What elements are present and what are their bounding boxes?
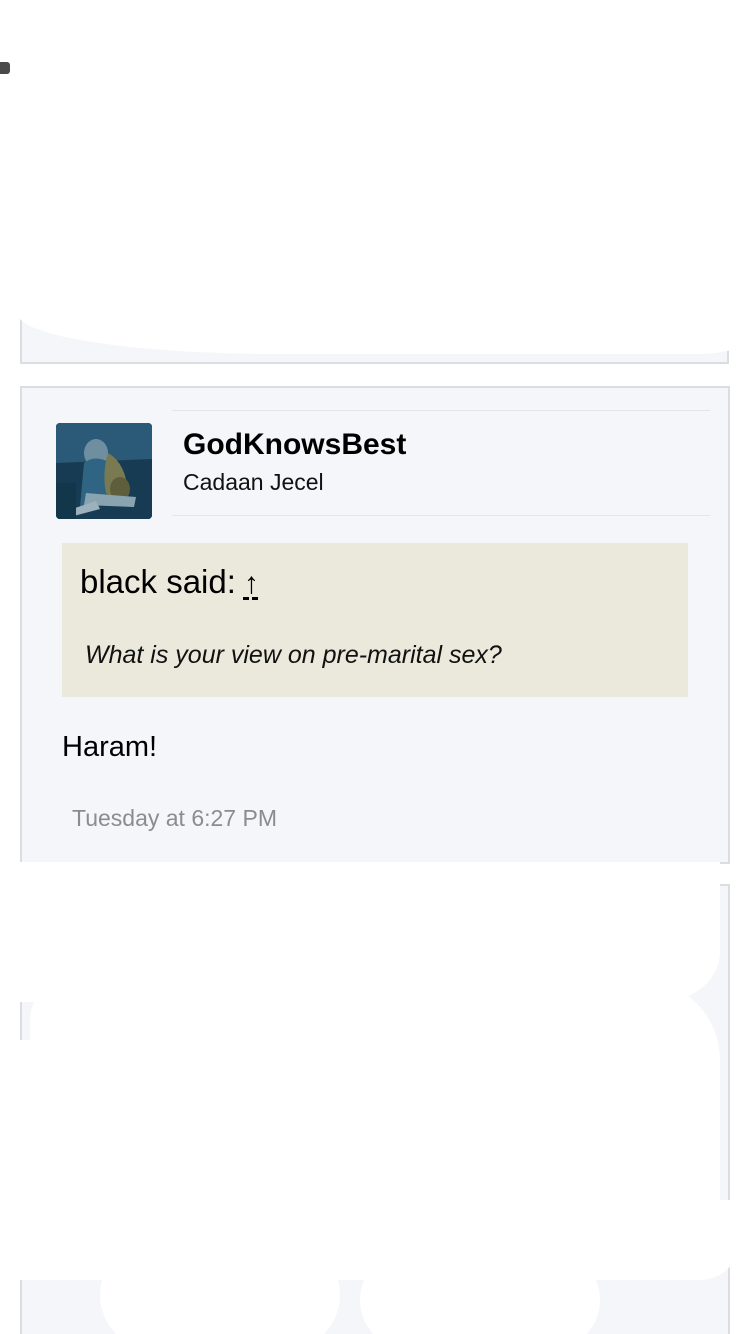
user-title: Cadaan Jecel (183, 469, 324, 495)
quote-attribution: black said: ↑ (80, 563, 259, 601)
redacted-area (360, 1250, 600, 1334)
avatar[interactable] (56, 423, 152, 519)
old-guitarist-avatar-icon (56, 423, 152, 519)
user-info: GodKnowsBest Cadaan Jecel (172, 410, 710, 516)
redacted-area (18, 226, 750, 354)
forum-post: GodKnowsBest Cadaan Jecel black said: ↑ W… (20, 386, 730, 864)
quote-block: black said: ↑ What is your view on pre-ma… (62, 543, 688, 697)
previous-post (18, 226, 750, 364)
post-date-link[interactable]: Tuesday at 6:27 PM (72, 805, 277, 832)
username-link[interactable]: GodKnowsBest (183, 428, 406, 462)
thread-page: GodKnowsBest Cadaan Jecel black said: ↑ W… (0, 0, 750, 1334)
redacted-area (100, 1240, 340, 1334)
redacted-area (0, 1040, 40, 1200)
partial-header-icon (0, 62, 10, 74)
quote-author-label: black said: (80, 563, 236, 600)
jump-to-quote-icon[interactable]: ↑ (244, 567, 259, 601)
quote-text: What is your view on pre-marital sex? (85, 641, 502, 669)
message-body: Haram! (62, 731, 158, 763)
